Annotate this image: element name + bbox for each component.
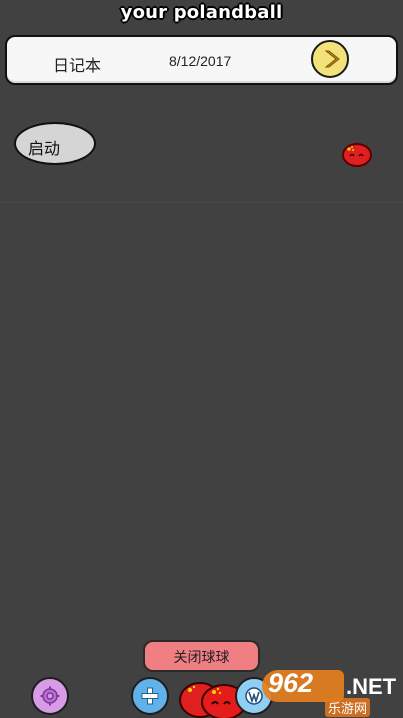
add-button[interactable] (131, 677, 169, 715)
diary-label[interactable]: 日记本 (53, 52, 101, 76)
watermark-suffix: .NET (346, 674, 397, 699)
polandball-icon[interactable] (341, 141, 373, 167)
gear-icon (40, 686, 60, 706)
next-button[interactable] (311, 40, 349, 78)
plus-icon (141, 687, 159, 705)
start-button[interactable]: 启动 (14, 122, 96, 165)
divider (0, 202, 403, 203)
app-title: your polandball (120, 2, 283, 23)
watermark-subtitle: 乐游网 (325, 698, 371, 717)
date-label: 8/12/2017 (169, 53, 232, 69)
diary-header-bar: 日记本 8/12/2017 (5, 35, 398, 85)
wordpress-icon (245, 687, 263, 705)
watermark-number: 962 (268, 668, 314, 698)
close-ball-button[interactable]: 关闭球球 (143, 640, 260, 672)
watermark-962-net: 962 .NET 乐游网 (262, 668, 403, 718)
settings-button[interactable] (31, 677, 69, 715)
start-button-label: 启动 (28, 139, 61, 158)
close-ball-label: 关闭球球 (173, 650, 230, 666)
chevron-right-icon (324, 50, 340, 68)
